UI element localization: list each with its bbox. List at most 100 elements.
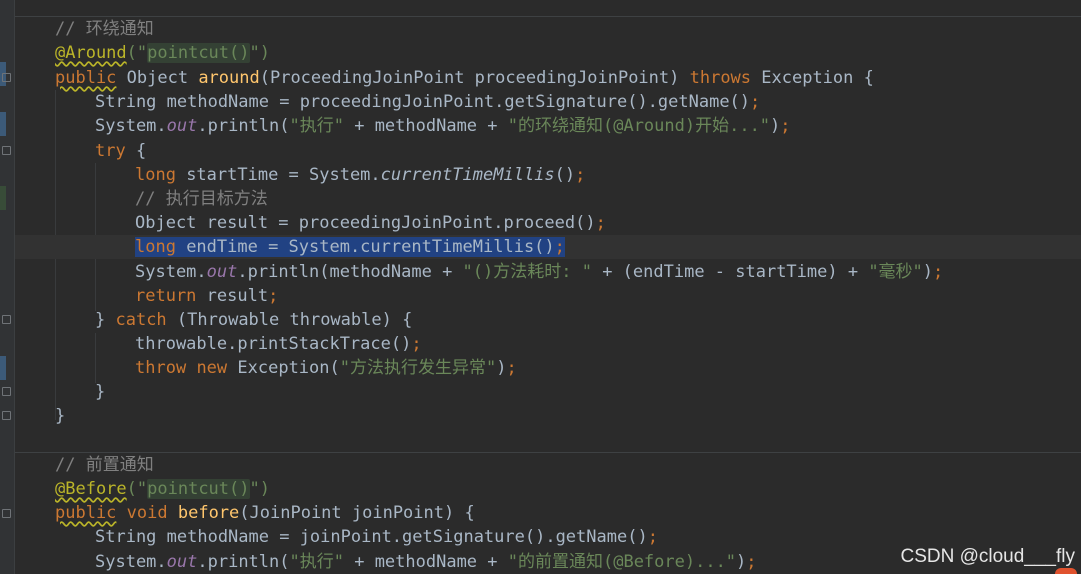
code-token: ; (575, 165, 586, 185)
editor-gutter[interactable] (0, 0, 15, 574)
code-text: // 执行目标方法 (135, 187, 268, 211)
code-token: "毫秒" (868, 262, 923, 282)
code-text: System.out.println("执行" + methodName + "… (95, 114, 791, 138)
code-token: (JoinPoint joinPoint) { (239, 503, 475, 523)
code-token: long (135, 237, 176, 257)
code-line[interactable]: String methodName = proceedingJoinPoint.… (15, 90, 1081, 114)
code-token: (ProceedingJoinPoint proceedingJoinPoint… (259, 68, 690, 88)
fold-icon[interactable] (2, 411, 11, 420)
code-text: throw new Exception("方法执行发生异常"); (135, 356, 517, 380)
code-token: pointcut() (147, 43, 250, 63)
code-token: ; (411, 334, 422, 354)
code-token: @Around (55, 43, 127, 63)
code-line[interactable]: @Before("pointcut()") (15, 477, 1081, 501)
code-token: result (196, 286, 269, 306)
code-token: (Throwable throwable) { (166, 310, 413, 330)
fold-icon[interactable] (2, 73, 11, 82)
code-token: throws (689, 68, 752, 88)
code-token: Object result = proceedingJoinPoint.proc… (135, 213, 596, 233)
code-token: "执行" (289, 116, 344, 136)
fold-icon[interactable] (2, 509, 11, 518)
code-token: System. (135, 262, 207, 282)
change-marker (0, 356, 6, 380)
code-token: String methodName = proceedingJoinPoint.… (95, 92, 751, 112)
code-text: long startTime = System.currentTimeMilli… (135, 163, 585, 187)
code-token: (" (126, 43, 148, 63)
code-token: public (55, 503, 117, 523)
code-token: around (198, 68, 260, 88)
code-line[interactable]: System.out.println("执行" + methodName + "… (15, 114, 1081, 138)
code-token: catch (115, 310, 167, 330)
code-line[interactable]: try { (15, 139, 1081, 163)
code-token: // 前置通知 (55, 455, 154, 475)
code-line[interactable]: throwable.printStackTrace(); (15, 332, 1081, 356)
code-text: String methodName = joinPoint.getSignatu… (95, 525, 658, 549)
code-token: Exception( (227, 358, 340, 378)
code-token: ") (249, 479, 270, 499)
code-line[interactable]: return result; (15, 284, 1081, 308)
code-line[interactable]: } (15, 404, 1081, 428)
code-line[interactable]: // 执行目标方法 (15, 187, 1081, 211)
code-token: ; (750, 92, 761, 112)
code-token: out (166, 116, 198, 136)
code-token: } (55, 406, 66, 426)
code-token: (" (126, 479, 148, 499)
code-token: .println( (197, 552, 290, 572)
code-token: + methodName + (343, 552, 508, 572)
code-line[interactable]: public void before(JoinPoint joinPoint) … (15, 501, 1081, 525)
code-line[interactable]: } catch (Throwable throwable) { (15, 308, 1081, 332)
code-line[interactable]: @Around("pointcut()") (15, 41, 1081, 65)
code-text: return result; (135, 284, 278, 308)
code-token: + (endTime - startTime) + (591, 262, 869, 282)
code-line[interactable]: } (15, 380, 1081, 404)
code-token: currentTimeMillis (380, 165, 555, 185)
code-token: ) (770, 116, 781, 136)
code-token: { (125, 141, 147, 161)
code-line[interactable]: public Object around(ProceedingJoinPoint… (15, 66, 1081, 90)
code-token: () (554, 165, 576, 185)
code-token: ; (506, 358, 517, 378)
code-line[interactable]: // 环绕通知 (15, 17, 1081, 41)
code-token: System. (95, 116, 167, 136)
code-text: } (55, 404, 65, 428)
code-token: .println( (197, 116, 290, 136)
code-text: System.out.println(methodName + "()方法耗时:… (135, 260, 943, 284)
fold-icon[interactable] (2, 315, 11, 324)
code-editor[interactable]: // 环绕通知 @Around("pointcut()") public Objec… (0, 0, 1081, 574)
code-text: @Around("pointcut()") (55, 41, 270, 65)
change-marker (0, 112, 6, 136)
code-token: ; (780, 116, 791, 136)
code-token: } (95, 310, 116, 330)
code-line[interactable]: // 前置通知 (15, 453, 1081, 477)
code-token: + methodName + (343, 116, 508, 136)
code-line[interactable]: throw new Exception("方法执行发生异常"); (15, 356, 1081, 380)
code-token: void (126, 503, 168, 523)
code-line[interactable] (15, 428, 1081, 452)
code-token: ; (268, 286, 279, 306)
code-line[interactable]: long endTime = System.currentTimeMillis(… (15, 235, 1081, 259)
code-text: } (95, 380, 105, 404)
code-text: long endTime = System.currentTimeMillis(… (135, 235, 565, 259)
code-token: return (135, 286, 197, 306)
code-text: System.out.println("执行" + methodName + "… (95, 550, 757, 574)
code-token: String methodName = joinPoint.getSignatu… (95, 527, 648, 547)
csdn-watermark: CSDN @cloud___fly (900, 546, 1075, 567)
code-token: new (196, 358, 228, 378)
code-token: ) (736, 552, 747, 572)
code-line[interactable]: Object result = proceedingJoinPoint.proc… (15, 211, 1081, 235)
fold-icon[interactable] (2, 387, 11, 396)
change-marker (0, 186, 6, 210)
code-line[interactable]: long startTime = System.currentTimeMilli… (15, 163, 1081, 187)
code-line[interactable]: System.out.println(methodName + "()方法耗时:… (15, 260, 1081, 284)
code-token: "的前置通知(@Before)..." (507, 552, 737, 572)
code-token: ; (933, 262, 944, 282)
code-token: .println(methodName + (237, 262, 463, 282)
code-token: public (55, 68, 117, 88)
fold-icon[interactable] (2, 146, 11, 155)
csdn-logo-icon (1055, 568, 1077, 574)
code-text: Object result = proceedingJoinPoint.proc… (135, 211, 606, 235)
code-text: try { (95, 139, 146, 163)
code-token: try (95, 141, 126, 161)
